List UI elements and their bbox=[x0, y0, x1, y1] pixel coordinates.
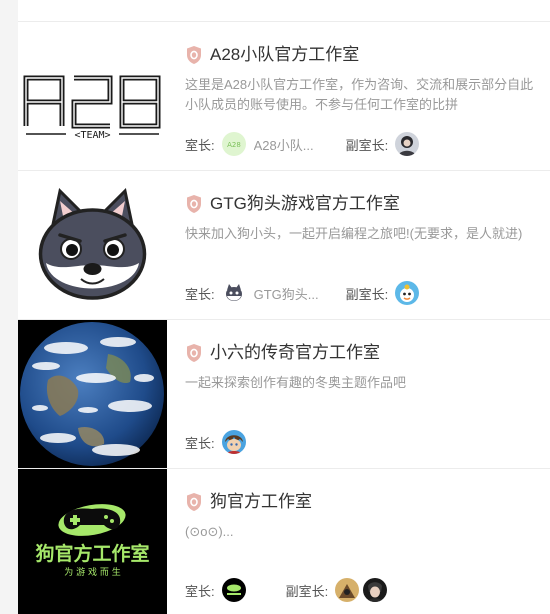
shield-badge-icon bbox=[187, 46, 201, 64]
studio-roles: 室长: 副室长: bbox=[185, 577, 388, 603]
left-gutter bbox=[0, 0, 18, 614]
studio-title[interactable]: 小六的传奇官方工作室 bbox=[210, 341, 380, 365]
studio-roles: 室长: GTG狗头... 副室长: bbox=[185, 280, 420, 306]
owner-name[interactable]: GTG狗头... bbox=[254, 284, 326, 303]
studio-card[interactable]: GTG狗头游戏官方工作室 快来加入狗小头，一起开启编程之旅吧!(无要求，是人就进… bbox=[18, 171, 550, 320]
studio-roles: 室长: bbox=[185, 429, 246, 455]
deputy-avatar-1[interactable] bbox=[335, 578, 360, 602]
deputy-avatar[interactable] bbox=[395, 281, 420, 305]
studio-title[interactable]: GTG狗头游戏官方工作室 bbox=[210, 192, 400, 216]
gamepad-logo-title: 狗官方工作室 bbox=[35, 542, 149, 565]
earth-image[interactable] bbox=[18, 320, 167, 468]
owner-label: 室长: bbox=[185, 286, 215, 302]
svg-text:A28: A28 bbox=[227, 141, 241, 149]
owner-avatar[interactable] bbox=[221, 430, 246, 454]
owner-avatar[interactable] bbox=[221, 281, 246, 305]
deputy-avatar[interactable] bbox=[395, 132, 420, 156]
doge-face-logo[interactable] bbox=[18, 171, 167, 319]
shield-badge-icon bbox=[187, 195, 201, 213]
studio-list: <TEAM> A28小队官方工作室 这里是A28小队官方工作室，作为咨询、交流和… bbox=[18, 0, 550, 614]
studio-description: (⊙o⊙)... bbox=[185, 524, 234, 539]
studio-description: 这里是A28小队官方工作室，作为咨询、交流和展示部分自此 小队成员的账号使用。不… bbox=[185, 77, 534, 112]
gamepad-logo-subtitle: 为 游 戏 而 生 bbox=[64, 566, 120, 578]
studio-title[interactable]: 狗官方工作室 bbox=[210, 490, 312, 514]
studio-card[interactable]: <TEAM> A28小队官方工作室 这里是A28小队官方工作室，作为咨询、交流和… bbox=[18, 22, 550, 171]
deputy-label: 副室长: bbox=[345, 286, 389, 302]
previous-card-stub bbox=[18, 0, 550, 22]
owner-label: 室长: bbox=[185, 435, 215, 451]
studio-description: 一起来探索创作有趣的冬奥主题作品吧 bbox=[185, 375, 407, 390]
gamepad-logo[interactable]: 狗官方工作室 为 游 戏 而 生 bbox=[18, 469, 167, 614]
owner-avatar[interactable]: A28 bbox=[221, 132, 246, 156]
studio-description: 快来加入狗小头，一起开启编程之旅吧!(无要求，是人就进) bbox=[185, 226, 523, 241]
a28-logo-subtext: <TEAM> bbox=[74, 130, 110, 141]
owner-avatar[interactable] bbox=[221, 578, 246, 602]
studio-roles: 室长: A28 A28小队... 副室长: bbox=[185, 131, 420, 157]
studio-title[interactable]: A28小队官方工作室 bbox=[210, 43, 359, 67]
studio-card[interactable]: 小六的传奇官方工作室 一起来探索创作有趣的冬奥主题作品吧 室长: bbox=[18, 320, 550, 469]
studio-card[interactable]: 狗官方工作室 为 游 戏 而 生 狗官方工作室 (⊙o⊙)... 室长: 副室长… bbox=[18, 469, 550, 614]
a28-team-logo[interactable]: <TEAM> bbox=[18, 22, 167, 170]
deputy-avatar-2[interactable] bbox=[363, 578, 388, 602]
owner-label: 室长: bbox=[185, 583, 215, 599]
owner-name[interactable]: A28小队... bbox=[254, 135, 326, 154]
deputy-label: 副室长: bbox=[345, 137, 389, 153]
deputy-label: 副室长: bbox=[285, 583, 329, 599]
shield-badge-icon bbox=[187, 493, 201, 511]
owner-label: 室长: bbox=[185, 137, 215, 153]
shield-badge-icon bbox=[187, 344, 201, 362]
